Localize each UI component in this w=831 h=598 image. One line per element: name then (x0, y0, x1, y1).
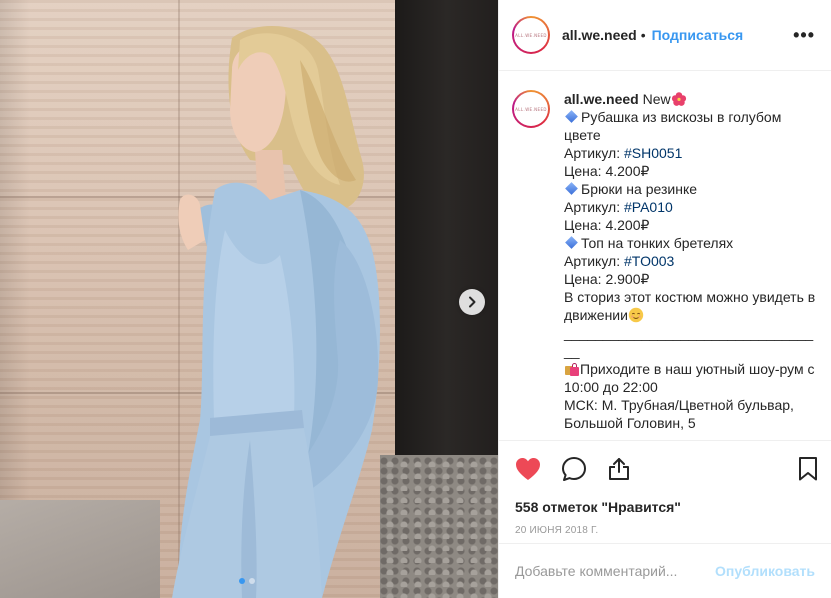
comment-button[interactable] (561, 456, 587, 482)
follow-button[interactable]: Подписаться (652, 27, 744, 43)
next-photo-button[interactable] (459, 289, 485, 315)
shopping-bags-icon (565, 363, 579, 376)
blue-diamond-icon (565, 110, 578, 123)
caption-intro: New (638, 91, 671, 107)
instagram-post: ALL.WE.NEED all.we.need • Подписаться ••… (0, 0, 831, 598)
avatar-logo-text: ALL.WE.NEED (515, 32, 547, 38)
comment-icon (562, 457, 586, 481)
avatar[interactable]: ALL.WE.NEED (512, 16, 550, 54)
comment-input[interactable] (515, 563, 716, 579)
caption-avatar[interactable]: ALL.WE.NEED (512, 90, 550, 128)
like-count[interactable]: 558 отметок "Нравится" (499, 497, 831, 517)
username-link[interactable]: all.we.need (562, 27, 637, 43)
hashtag-link[interactable]: #SH0051 (624, 145, 682, 161)
relieved-face-icon (628, 307, 644, 323)
model-figure (172, 25, 380, 598)
more-options-button[interactable]: ••• (793, 26, 815, 44)
carousel-indicator (239, 578, 255, 584)
caption-divider: __________________________________ (564, 325, 814, 359)
heart-icon (516, 458, 540, 480)
post-sidebar: ALL.WE.NEED all.we.need • Подписаться ••… (498, 0, 831, 598)
caption-username[interactable]: all.we.need (564, 91, 639, 107)
post-photo[interactable] (0, 0, 498, 598)
publish-button[interactable]: Опубликовать (715, 563, 815, 579)
add-comment-bar: Опубликовать (499, 543, 831, 598)
share-button[interactable] (607, 457, 631, 481)
like-button[interactable] (515, 457, 541, 481)
hashtag-link[interactable]: #TO003 (624, 253, 674, 269)
hibiscus-icon (671, 92, 686, 106)
bookmark-icon (799, 457, 817, 481)
avatar-logo-text: ALL.WE.NEED (515, 106, 547, 112)
blue-diamond-icon (565, 182, 578, 195)
post-date[interactable]: 20 июня 2018 г. (499, 517, 831, 543)
post-header: ALL.WE.NEED all.we.need • Подписаться ••… (499, 0, 831, 71)
share-icon (609, 458, 629, 480)
separator-bullet: • (640, 27, 646, 43)
blue-diamond-icon (565, 236, 578, 249)
chevron-right-icon (469, 296, 476, 308)
comments-section[interactable]: ALL.WE.NEED all.we.need New Рубашка из в… (499, 71, 831, 441)
more-icon: ••• (793, 25, 815, 45)
action-bar (499, 441, 831, 497)
post-caption: all.we.need New Рубашка из вискозы в гол… (564, 90, 818, 432)
save-button[interactable] (798, 457, 818, 481)
carousel-dot-active (239, 578, 245, 584)
carousel-dot (249, 578, 255, 584)
hashtag-link[interactable]: #PA010 (624, 199, 673, 215)
